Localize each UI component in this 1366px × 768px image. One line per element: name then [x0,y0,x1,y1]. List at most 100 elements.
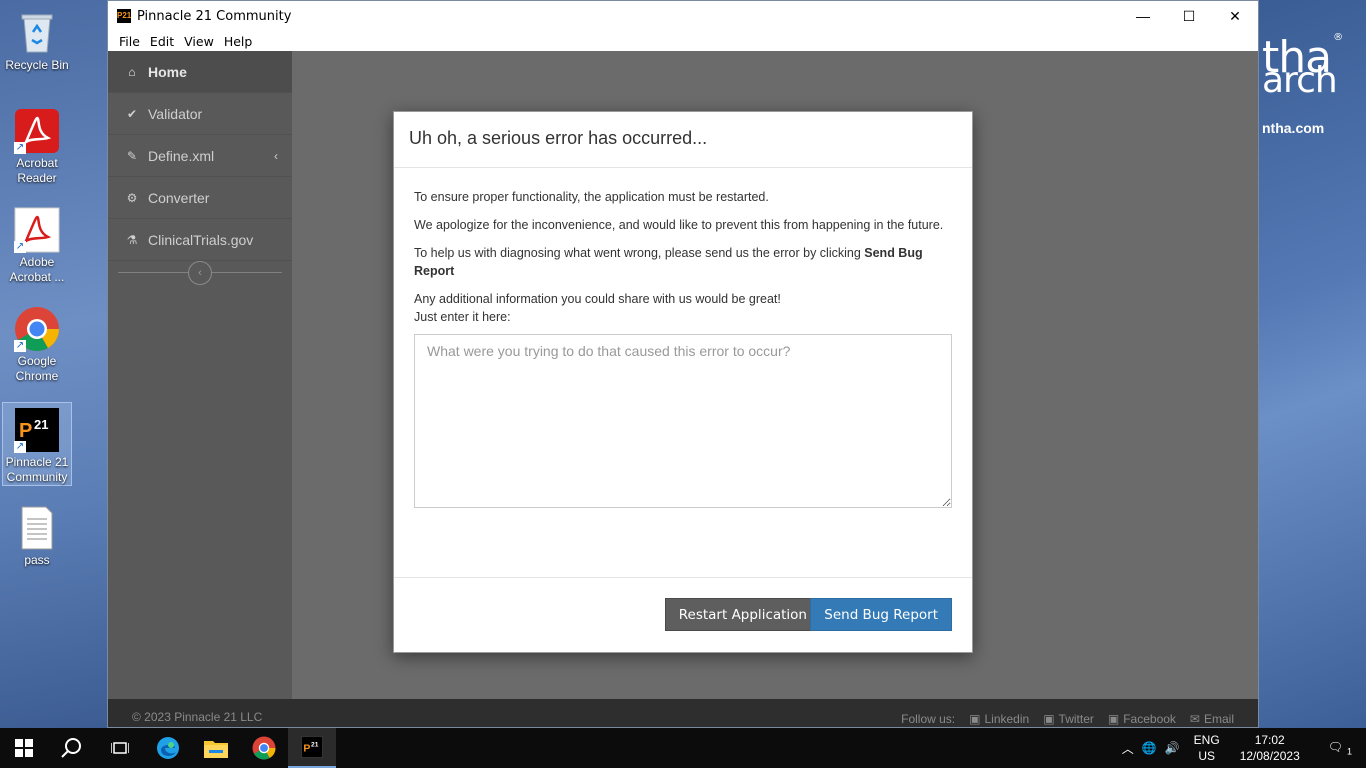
restart-application-button[interactable]: Restart Application [664,598,821,631]
desktop-wallpaper: tha ® arch ntha.com [1258,0,1366,728]
twitter-label: Twitter [1058,712,1094,726]
taskbar-file-explorer[interactable] [192,728,240,768]
edge-icon [157,737,179,759]
sidebar-item-home[interactable]: ⌂ Home [108,51,292,93]
sidebar-item-clinicaltrials[interactable]: ⚗ ClinicalTrials.gov [108,219,292,261]
email-label: Email [1203,712,1234,726]
taskbar-edge[interactable] [144,728,192,768]
close-button[interactable]: ✕ [1212,1,1258,31]
network-icon[interactable]: 🌐 [1138,741,1161,755]
dialog-title: Uh oh, a serious error has occurred... [409,128,708,148]
desktop: Recycle Bin ↗ Acrobat Reader ↗ Adobe Acr… [0,0,108,728]
title-bar[interactable]: P21 Pinnacle 21 Community — ☐ ✕ [108,1,1258,31]
minimize-button[interactable]: — [1120,1,1166,31]
dialog-apology: We apologize for the inconvenience, and … [414,218,944,232]
additional-info-text: Any additional information you could sha… [414,292,781,306]
sidebar: ⌂ Home ✔ Validator ✎ Define.xml ‹ ⚙ Conv… [108,51,292,701]
sidebar-item-converter[interactable]: ⚙ Converter [108,177,292,219]
send-bug-report-button[interactable]: Send Bug Report [810,598,952,631]
volume-icon[interactable]: 🔊 [1161,741,1184,755]
start-button[interactable] [0,728,48,768]
window-controls: — ☐ ✕ [1120,1,1258,31]
home-icon: ⌂ [128,64,136,79]
desktop-icon-label: Pinnacle 21 Community [5,455,69,484]
app-footer: © 2023 Pinnacle 21 LLC Follow us: ▣ Linke… [108,699,1258,727]
task-view-button[interactable] [96,728,144,768]
keyboard-layout: US [1198,749,1216,763]
menu-edit[interactable]: Edit [145,34,179,49]
menu-help[interactable]: Help [219,34,258,49]
system-tray: ︿ 🌐 🔊 ENG US 17:02 12/08/2023 🗨 1 [1118,728,1366,768]
desktop-icon-pinnacle21[interactable]: P 21 ↗ Pinnacle 21 Community [2,402,72,486]
notification-center-button[interactable]: 🗨 1 [1310,740,1366,756]
desktop-icon-recycle-bin[interactable]: Recycle Bin [2,6,72,73]
task-view-icon [111,742,129,754]
pinnacle21-icon: P 21 ↗ [14,407,60,453]
desktop-icon-label: Recycle Bin [5,58,69,72]
collapse-sidebar-button[interactable]: ‹ [188,261,212,285]
language-code: ENG [1193,733,1220,747]
search-button[interactable] [48,728,96,768]
acrobat-reader-icon: ↗ [14,108,60,154]
social-links: Follow us: ▣ Linkedin ▣ Twitter ▣ Facebook … [901,712,1234,726]
facebook-label: Facebook [1123,712,1176,726]
twitter-link[interactable]: ▣ Twitter [1043,712,1094,726]
notification-count: 1 [1346,746,1352,757]
taskbar-pinnacle21[interactable]: P 21 [288,728,336,768]
svg-text:P: P [303,742,310,754]
facebook-link[interactable]: ▣ Facebook [1108,712,1176,726]
chrome-icon: ↗ [14,306,60,352]
language-indicator[interactable]: ENG US [1184,732,1230,764]
error-details-textarea[interactable] [414,334,952,508]
taskbar-chrome[interactable] [240,728,288,768]
pencil-icon: ✎ [126,148,138,163]
chrome-icon [252,736,276,760]
shortcut-arrow-icon: ↗ [14,340,26,352]
dialog-header: Uh oh, a serious error has occurred... [394,112,972,168]
envelope-icon: ✉ [1189,712,1200,726]
sidebar-item-validator[interactable]: ✔ Validator [108,93,292,135]
dialog-body: To ensure proper functionality, the appl… [394,168,972,513]
shortcut-arrow-icon: ↗ [14,142,26,154]
maximize-button[interactable]: ☐ [1166,1,1212,31]
linkedin-link[interactable]: ▣ Linkedin [969,712,1029,726]
app-logo-icon: P21 [117,9,131,23]
clock-time: 17:02 [1254,733,1285,747]
recycle-bin-icon [14,10,60,56]
folder-icon [204,741,228,758]
desktop-icon-google-chrome[interactable]: ↗ Google Chrome [2,302,72,384]
shortcut-arrow-icon: ↗ [14,441,26,453]
dialog-instructions: To help us with diagnosing what went wro… [414,244,952,280]
linkedin-label: Linkedin [984,712,1030,726]
linkedin-icon: ▣ [969,712,981,726]
sidebar-item-define-xml[interactable]: ✎ Define.xml ‹ [108,135,292,177]
desktop-icon-label: Adobe Acrobat ... [9,255,65,284]
wallpaper-url-text: ntha.com [1262,120,1325,136]
desktop-icon-label: Google Chrome [15,354,59,383]
text-file-icon [14,505,60,551]
pinnacle21-icon: P 21 [301,736,323,758]
show-hidden-icons-button[interactable]: ︿ [1118,740,1138,757]
email-link[interactable]: ✉ Email [1190,712,1234,726]
flask-icon: ⚗ [126,232,138,247]
desktop-icon-acrobat-reader[interactable]: ↗ Acrobat Reader [2,104,72,186]
desktop-icon-pass[interactable]: pass [2,501,72,568]
enter-here-text: Just enter it here: [414,310,511,324]
dialog-restart-notice: To ensure proper functionality, the appl… [414,190,769,204]
desktop-icon-label: Acrobat Reader [16,156,58,185]
desktop-icon-adobe-acrobat[interactable]: ↗ Adobe Acrobat ... [2,203,72,285]
copyright-text: © 2023 Pinnacle 21 LLC [132,710,263,724]
desktop-icon-label: pass [24,553,50,567]
menu-view[interactable]: View [179,34,219,49]
sidebar-item-label: Validator [148,105,203,122]
windows-icon [15,739,33,757]
error-dialog: Uh oh, a serious error has occurred... T… [393,111,973,653]
instructions-text: To help us with diagnosing what went wro… [414,246,865,260]
clock[interactable]: 17:02 12/08/2023 [1230,732,1310,764]
sidebar-divider: ‹ [118,261,282,285]
adobe-acrobat-icon: ↗ [14,207,60,253]
svg-text:21: 21 [34,417,48,432]
sidebar-item-label: ClinicalTrials.gov [148,231,254,248]
sidebar-item-label: Converter [148,189,210,206]
menu-file[interactable]: File [114,34,145,49]
